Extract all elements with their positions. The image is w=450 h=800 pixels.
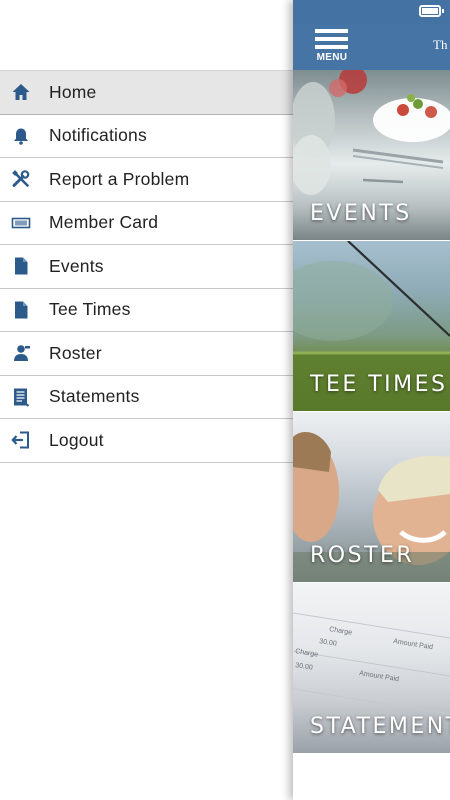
drawer-item-logout[interactable]: Logout: [0, 419, 293, 463]
drawer-item-label: Notifications: [49, 125, 147, 146]
card-icon: [11, 213, 31, 233]
app-title: Th: [433, 37, 448, 52]
drawer-item-label: Home: [49, 81, 97, 102]
tile-label: EVENTS: [310, 201, 412, 226]
drawer-item-label: Statements: [49, 386, 140, 407]
drawer-item-statements[interactable]: Statements: [0, 375, 293, 419]
drawer-menu-list: Home Notifications Report a Problem Memb…: [0, 70, 293, 463]
drawer-item-label: Tee Times: [49, 299, 131, 320]
tools-icon: [11, 169, 31, 189]
navigation-drawer: Home Notifications Report a Problem Memb…: [0, 0, 293, 800]
bell-icon: [11, 126, 31, 146]
drawer-item-label: Member Card: [49, 212, 159, 233]
statement-icon: [11, 387, 31, 407]
home-icon: [11, 82, 31, 102]
tile-roster[interactable]: ROSTER: [293, 412, 450, 582]
tile-label: STATEMENTS: [310, 714, 450, 739]
drawer-item-report-a-problem[interactable]: Report a Problem: [0, 158, 293, 202]
tile-label: ROSTER: [310, 543, 415, 568]
statement-text: 30.00: [295, 662, 314, 672]
drawer-item-label: Report a Problem: [49, 168, 190, 189]
tile-label: TEE TIMES: [310, 372, 448, 397]
hamburger-icon: [315, 29, 348, 49]
battery-icon: [419, 5, 444, 17]
document-icon: [11, 300, 31, 320]
statement-text: Amount Paid: [393, 638, 434, 651]
menu-button[interactable]: MENU: [314, 28, 350, 66]
statement-text: 30.00: [319, 638, 338, 648]
person-icon: [11, 343, 31, 363]
status-bar: [293, 0, 450, 24]
document-icon: [11, 256, 31, 276]
drawer-item-events[interactable]: Events: [0, 245, 293, 289]
tile-events[interactable]: EVENTS: [293, 70, 450, 240]
app-bar: MENU Th: [293, 24, 450, 70]
statement-text: Amount Paid: [359, 670, 400, 683]
main-panel: MENU Th EVENTS TEE TIMES ROSTER Charge A…: [293, 0, 450, 800]
drawer-item-tee-times[interactable]: Tee Times: [0, 288, 293, 332]
drawer-item-notifications[interactable]: Notifications: [0, 114, 293, 158]
drawer-item-label: Events: [49, 255, 104, 276]
drawer-item-roster[interactable]: Roster: [0, 332, 293, 376]
menu-button-label: MENU: [316, 52, 348, 63]
statement-text: Charge: [295, 648, 319, 659]
tile-statements[interactable]: Charge Amount Paid 30.00 Charge Amount P…: [293, 583, 450, 753]
drawer-item-label: Logout: [49, 429, 104, 450]
drawer-item-label: Roster: [49, 342, 102, 363]
tile-tee-times[interactable]: TEE TIMES: [293, 241, 450, 411]
logout-icon: [11, 430, 31, 450]
drawer-item-member-card[interactable]: Member Card: [0, 201, 293, 245]
drawer-item-home[interactable]: Home: [0, 71, 293, 115]
statement-text: Charge: [329, 626, 353, 637]
